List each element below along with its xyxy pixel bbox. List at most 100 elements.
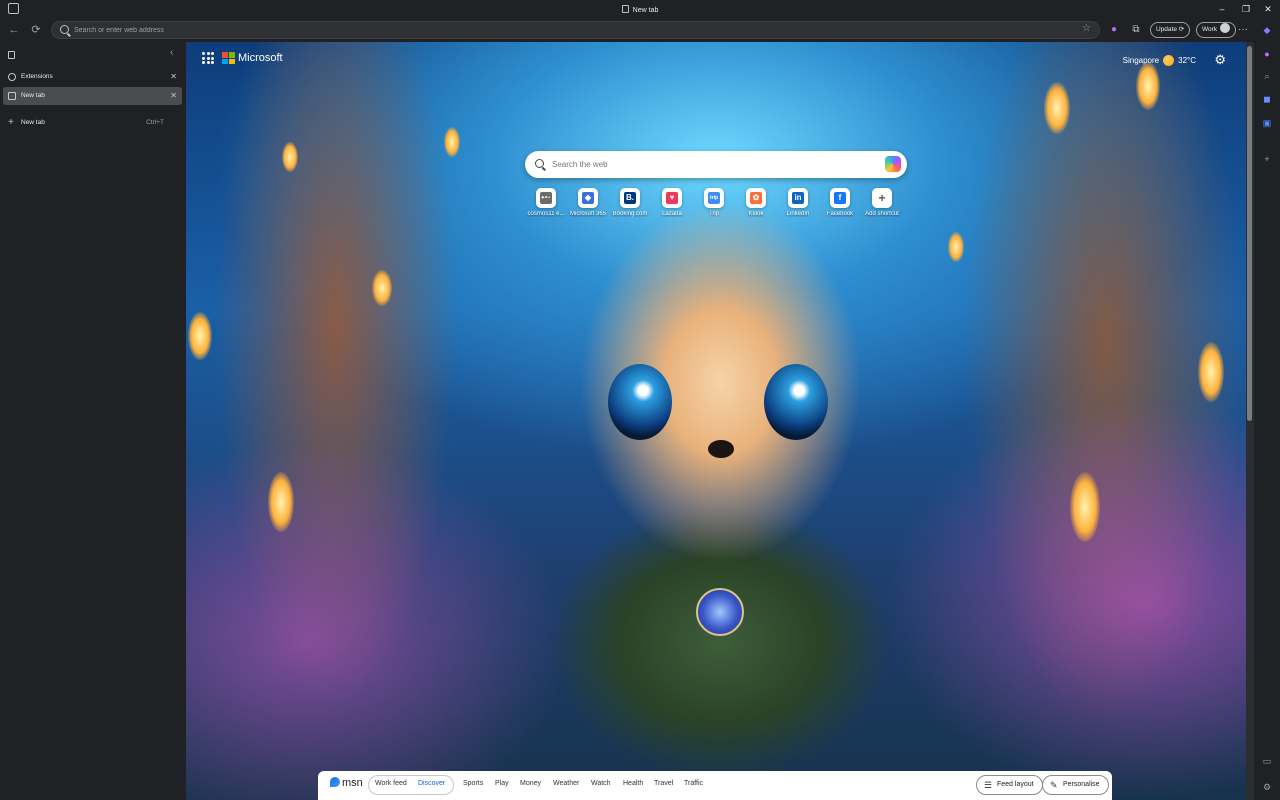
hide-sidebar-icon[interactable]: ▭	[1260, 754, 1274, 768]
update-button[interactable]: Update ⟳	[1150, 22, 1191, 38]
klook-icon: ✿	[750, 192, 762, 204]
close-tab-icon[interactable]: ✕	[170, 87, 177, 105]
weather-city: Singapore	[1122, 56, 1160, 65]
tab-discover[interactable]: Discover	[418, 780, 445, 787]
shortcut-linkedin[interactable]: in LinkedIn	[777, 188, 819, 217]
copilot-pane-icon[interactable]: ●	[1260, 47, 1274, 61]
title-bar: New tab – ❐ ✕	[0, 0, 1280, 18]
feed-segment-control: Work feed Discover	[368, 775, 454, 795]
new-tab-shortcut: Ctrl+T	[146, 119, 164, 126]
shortcut-cosmos11[interactable]: •⁃· cosmos11 e...	[525, 188, 567, 217]
page-icon	[621, 5, 629, 13]
shortcut-tile: in	[788, 188, 808, 208]
microsoft-logo-icon	[222, 52, 235, 64]
shortcut-tile: ✿	[746, 188, 766, 208]
trip-icon: trip	[708, 192, 720, 204]
microsoft-365-sidebar-icon[interactable]: ◼	[1260, 92, 1274, 106]
tab-extensions[interactable]: Extensions ✕	[3, 68, 182, 86]
shortcut-klook[interactable]: ✿ Klook	[735, 188, 777, 217]
weather-temp: 32°C	[1178, 56, 1196, 65]
shortcut-tile: B.	[620, 188, 640, 208]
tab-work-feed[interactable]: Work feed	[375, 780, 407, 787]
lantern-decoration	[1136, 62, 1160, 110]
search-sidebar-icon[interactable]: ⌕	[1260, 69, 1274, 83]
nav-watch[interactable]: Watch	[591, 780, 611, 787]
address-input[interactable]	[74, 24, 974, 37]
more-menu-icon[interactable]: ···	[1235, 22, 1251, 38]
browser-toolbar: ← ⟳ ☆ ● ⧉ Update ⟳ Work ···	[0, 18, 1280, 42]
shortcut-lazada[interactable]: ♥ Lazada	[651, 188, 693, 217]
vertical-tabs-sidebar: ‹ Extensions ✕ New tab ✕ + New tab Ctrl+…	[0, 42, 185, 800]
settings-gear-icon[interactable]: ⚙	[1214, 52, 1226, 68]
search-icon	[60, 25, 69, 34]
extensions-tab-icon	[8, 73, 16, 81]
lantern-decoration	[444, 127, 460, 157]
plus-icon: +	[878, 191, 886, 205]
shortcut-tile: f	[830, 188, 850, 208]
add-shortcut-button[interactable]: + Add shortcut	[861, 188, 903, 217]
lantern-decoration	[1044, 82, 1070, 134]
new-tab-button[interactable]: + New tab Ctrl+T	[3, 115, 182, 131]
lantern-decoration	[282, 142, 298, 172]
collapse-sidebar-icon[interactable]: ‹	[170, 47, 173, 58]
shortcut-tile: •⁃·	[536, 188, 556, 208]
avatar	[1220, 23, 1231, 33]
outlook-sidebar-icon[interactable]: ▣	[1260, 116, 1274, 130]
close-tab-icon[interactable]: ✕	[170, 68, 177, 86]
nav-travel[interactable]: Travel	[654, 780, 673, 787]
nav-money[interactable]: Money	[520, 780, 541, 787]
weather-sunny-icon	[1163, 55, 1175, 66]
nav-traffic[interactable]: Traffic	[684, 780, 703, 787]
shortcut-tile: ◆	[578, 188, 598, 208]
add-sidebar-app-icon[interactable]: +	[1260, 152, 1274, 166]
search-icon	[535, 159, 544, 168]
back-button[interactable]: ←	[6, 22, 22, 38]
msn-feed-bar: msn Work feed Discover Sports Play Money…	[318, 771, 1112, 800]
nav-health[interactable]: Health	[623, 780, 643, 787]
fox-left-eye	[608, 364, 672, 440]
msn-butterfly-icon	[330, 777, 340, 787]
nav-sports[interactable]: Sports	[463, 780, 483, 787]
address-bar[interactable]: ☆	[51, 21, 1100, 39]
scrollbar-thumb[interactable]	[1247, 46, 1252, 421]
feed-layout-button[interactable]: ☰ Feed layout	[976, 775, 1043, 795]
app-launcher-icon[interactable]	[202, 52, 214, 64]
microsoft-header: Microsoft	[202, 52, 283, 64]
personalise-button[interactable]: ✎ Personalise	[1042, 775, 1109, 795]
web-search-input[interactable]	[552, 157, 872, 172]
microsoft-365-icon: ◆	[582, 192, 594, 204]
copilot-sidebar-icon[interactable]: ◆	[1260, 23, 1274, 37]
shortcut-booking[interactable]: B. Booking.com	[609, 188, 651, 217]
nav-play[interactable]: Play	[495, 780, 509, 787]
web-search-box[interactable]	[525, 151, 907, 178]
update-icon: ⟳	[1178, 26, 1185, 33]
lantern-decoration	[1198, 342, 1224, 402]
lantern-decoration	[1070, 472, 1100, 542]
quick-links: •⁃· cosmos11 e... ◆ Microsoft 365 B. Boo…	[525, 188, 907, 228]
nav-weather[interactable]: Weather	[553, 780, 579, 787]
personalise-icon: ✎	[1050, 780, 1058, 790]
lantern-decoration	[268, 472, 294, 532]
restore-button[interactable]: ❐	[1234, 0, 1258, 18]
shortcut-tile: +	[872, 188, 892, 208]
shortcut-trip[interactable]: trip Trip	[693, 188, 735, 217]
minimize-button[interactable]: –	[1210, 0, 1234, 18]
extensions-icon[interactable]: ⧉	[1128, 22, 1144, 38]
shortcut-microsoft-365[interactable]: ◆ Microsoft 365	[567, 188, 609, 217]
copilot-icon[interactable]	[885, 156, 901, 172]
tab-actions-icon[interactable]	[8, 51, 15, 59]
copilot-extension-icon[interactable]: ●	[1106, 22, 1122, 38]
tab-new-tab[interactable]: New tab ✕	[3, 87, 182, 105]
shortcut-facebook[interactable]: f Facebook	[819, 188, 861, 217]
weather-widget[interactable]: Singapore 32°C	[1123, 55, 1196, 66]
favorite-star-icon[interactable]: ☆	[1082, 23, 1091, 34]
fox-nose	[708, 440, 734, 458]
close-window-button[interactable]: ✕	[1256, 0, 1280, 18]
robe-emblem	[696, 588, 744, 636]
sliders-icon: ☰	[984, 780, 993, 790]
profile-button[interactable]: Work	[1196, 22, 1237, 38]
sidebar-settings-icon[interactable]: ⚙	[1260, 780, 1274, 794]
refresh-button[interactable]: ⟳	[28, 22, 44, 38]
booking-icon: B.	[624, 192, 636, 204]
msn-logo[interactable]: msn	[330, 777, 363, 789]
